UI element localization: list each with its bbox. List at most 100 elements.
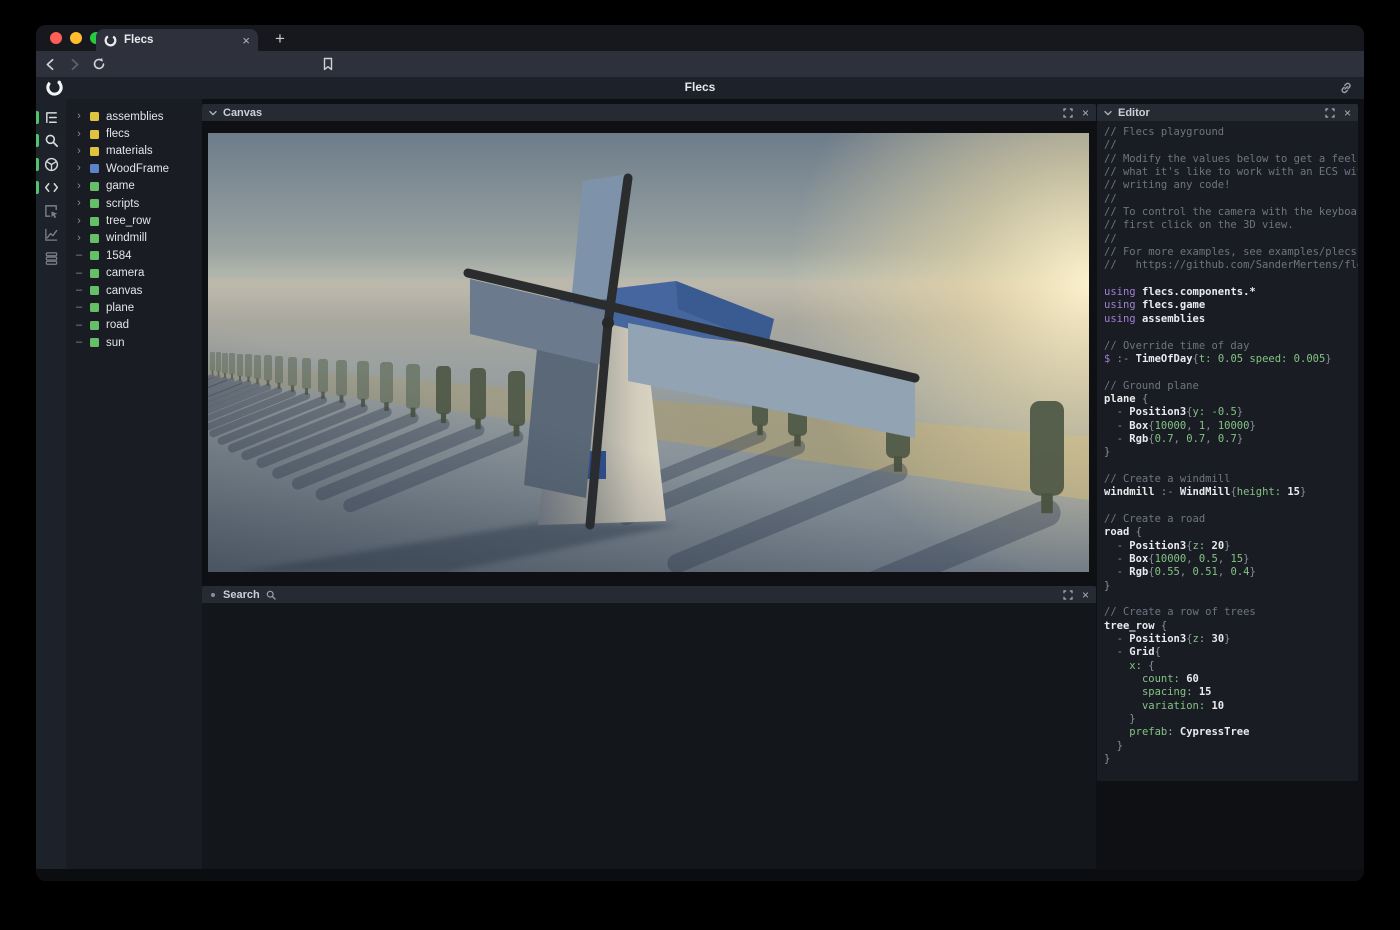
canvas-panel-title: Canvas <box>223 107 262 119</box>
tree-item-scripts[interactable]: › scripts <box>66 195 202 212</box>
expand-arrow-icon[interactable]: › <box>75 181 83 192</box>
expand-arrow-icon[interactable]: › <box>75 163 83 174</box>
entity-color-square <box>90 286 99 295</box>
leaf-dash-icon: – <box>75 285 83 296</box>
bookmarks-icon[interactable] <box>322 57 334 71</box>
expand-arrow-icon[interactable]: › <box>75 198 83 209</box>
close-panel-icon[interactable]: × <box>1082 107 1089 119</box>
entity-color-square <box>90 112 99 121</box>
tab-strip: Flecs × + <box>36 25 1364 51</box>
canvas-panel: Canvas × <box>202 104 1096 585</box>
tab-title: Flecs <box>124 34 235 46</box>
tree-item-windmill[interactable]: › windmill <box>66 230 202 247</box>
entity-label: game <box>106 180 135 192</box>
entity-label: windmill <box>106 232 147 244</box>
tree-item-game[interactable]: › game <box>66 178 202 195</box>
code-content: // Flecs playground//// Modify the value… <box>1097 121 1358 767</box>
3d-viewport[interactable] <box>208 133 1089 572</box>
share-link-icon[interactable] <box>1339 81 1353 95</box>
fullscreen-icon[interactable] <box>1063 108 1073 118</box>
entity-color-square <box>90 321 99 330</box>
entity-color-square <box>90 234 99 243</box>
browser-toolbar: flecs.dev /explorer/?wasm=https://www.fl… <box>36 51 1364 77</box>
back-button[interactable] <box>44 58 57 71</box>
entity-color-square <box>90 199 99 208</box>
forward-button[interactable] <box>68 58 81 71</box>
canvas-panel-header: Canvas × <box>202 104 1096 121</box>
search-body[interactable] <box>202 603 1096 869</box>
main-area: Canvas × <box>202 99 1364 869</box>
entity-color-square <box>90 251 99 260</box>
activity-statistics-icon[interactable] <box>36 224 66 244</box>
search-panel-title: Search <box>223 589 260 601</box>
desktop: Flecs × + <box>0 0 1400 930</box>
entity-label: 1584 <box>106 250 132 262</box>
tree-item-flecs[interactable]: ›flecs <box>66 125 202 142</box>
tree-item-camera[interactable]: –camera <box>66 265 202 282</box>
entity-label: scripts <box>106 198 139 210</box>
activity-code-editor-icon[interactable] <box>36 177 66 197</box>
tree-item-sun[interactable]: – sun <box>66 334 202 351</box>
tree-item-1584[interactable]: –1584 <box>66 247 202 264</box>
expand-arrow-icon[interactable]: › <box>75 233 83 244</box>
entity-label: tree_row <box>106 215 151 227</box>
chevron-down-icon[interactable] <box>209 109 217 117</box>
close-window-button[interactable] <box>50 32 62 44</box>
leaf-dash-icon: – <box>75 268 83 279</box>
active-indicator <box>36 134 39 147</box>
minimize-window-button[interactable] <box>70 32 82 44</box>
entity-tree: ›assemblies›flecs›materials›WoodFrame›ga… <box>66 108 202 351</box>
leaf-dash-icon: – <box>75 337 83 348</box>
tree-item-tree_row[interactable]: › tree_row <box>66 212 202 229</box>
entity-label: plane <box>106 302 134 314</box>
activity-hierarchy-icon[interactable] <box>36 107 66 127</box>
entity-color-square <box>90 269 99 278</box>
search-icon <box>266 590 276 600</box>
reload-button[interactable] <box>92 57 106 71</box>
tree-item-canvas[interactable]: – canvas <box>66 282 202 299</box>
activity-3d-canvas-icon[interactable] <box>36 154 66 174</box>
active-indicator <box>36 181 39 194</box>
editor-panel-header: Editor × <box>1097 104 1358 121</box>
entity-color-square <box>90 164 99 173</box>
entity-label: assemblies <box>106 111 164 123</box>
fullscreen-icon[interactable] <box>1325 108 1335 118</box>
expand-arrow-icon[interactable]: › <box>75 129 83 140</box>
tree-item-materials[interactable]: › materials <box>66 143 202 160</box>
expand-arrow-icon[interactable]: › <box>75 216 83 227</box>
activity-data-tables-icon[interactable] <box>36 248 66 268</box>
chevron-down-icon[interactable] <box>1104 109 1112 117</box>
tree-item-WoodFrame[interactable]: › WoodFrame <box>66 160 202 177</box>
tree-item-road[interactable]: –road <box>66 317 202 334</box>
new-tab-button[interactable]: + <box>269 28 291 50</box>
entity-label: materials <box>106 145 153 157</box>
leaf-dash-icon: – <box>75 302 83 313</box>
close-panel-icon[interactable]: × <box>1082 589 1089 601</box>
activity-search-icon[interactable] <box>36 130 66 150</box>
favicon-flecs-icon <box>104 34 117 47</box>
browser-window: Flecs × + <box>36 25 1364 881</box>
entity-label: canvas <box>106 285 142 297</box>
activity-bar <box>36 99 66 869</box>
tree-item-plane[interactable]: – plane <box>66 299 202 316</box>
entity-color-square <box>90 182 99 191</box>
search-panel-header: Search × <box>202 586 1096 603</box>
close-panel-icon[interactable]: × <box>1344 107 1351 119</box>
browser-tab[interactable]: Flecs × <box>96 29 258 51</box>
activity-inspector-icon[interactable] <box>36 201 66 221</box>
expand-arrow-icon[interactable]: › <box>75 111 83 122</box>
fullscreen-icon[interactable] <box>1063 590 1073 600</box>
entity-label: sun <box>106 337 125 349</box>
editor-panel-title: Editor <box>1118 107 1150 119</box>
entity-label: WoodFrame <box>106 163 169 175</box>
code-editor[interactable]: // Flecs playground//// Modify the value… <box>1097 121 1358 781</box>
tab-close-icon[interactable]: × <box>242 34 250 47</box>
entity-color-square <box>90 217 99 226</box>
collapsed-indicator-icon[interactable] <box>211 593 215 597</box>
search-panel: Search × <box>202 586 1096 869</box>
entity-color-square <box>90 147 99 156</box>
expand-arrow-icon[interactable]: › <box>75 146 83 157</box>
entity-color-square <box>90 338 99 347</box>
tree-item-assemblies[interactable]: › assemblies <box>66 108 202 125</box>
window-controls <box>50 32 102 44</box>
